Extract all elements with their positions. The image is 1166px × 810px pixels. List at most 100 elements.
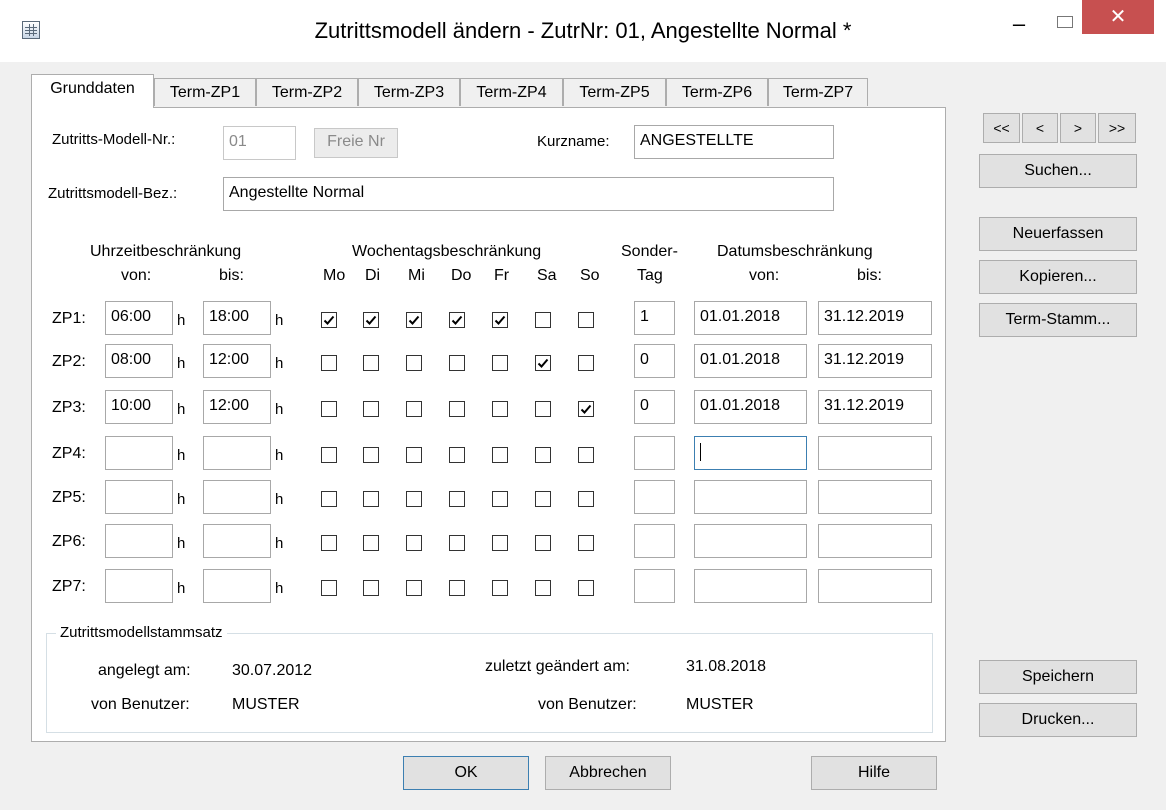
maximize-button[interactable] xyxy=(1050,12,1080,42)
special-day-field[interactable]: 0 xyxy=(634,344,675,378)
weekday-checkbox[interactable] xyxy=(363,401,379,417)
model-nr-field[interactable]: 01 xyxy=(223,126,296,160)
special-day-field[interactable] xyxy=(634,436,675,470)
minimize-button[interactable]: – xyxy=(1004,12,1034,42)
tab-grunddaten[interactable]: Grunddaten xyxy=(31,74,154,108)
date-from-field[interactable] xyxy=(694,436,807,470)
weekday-checkbox[interactable] xyxy=(578,491,594,507)
weekday-checkbox[interactable] xyxy=(535,491,551,507)
date-to-field[interactable]: 31.12.2019 xyxy=(818,344,932,378)
new-button[interactable]: Neuerfassen xyxy=(979,217,1137,251)
save-button[interactable]: Speichern xyxy=(979,660,1137,694)
weekday-checkbox[interactable] xyxy=(406,491,422,507)
search-button[interactable]: Suchen... xyxy=(979,154,1137,188)
weekday-checkbox[interactable] xyxy=(535,401,551,417)
date-from-field[interactable]: 01.01.2018 xyxy=(694,301,807,335)
weekday-checkbox[interactable] xyxy=(578,447,594,463)
tab-term-zp4[interactable]: Term-ZP4 xyxy=(460,78,563,106)
time-from-field[interactable] xyxy=(105,480,173,514)
weekday-checkbox[interactable] xyxy=(406,447,422,463)
time-from-field[interactable]: 08:00 xyxy=(105,344,173,378)
print-button[interactable]: Drucken... xyxy=(979,703,1137,737)
weekday-checkbox[interactable] xyxy=(449,580,465,596)
kurzname-field[interactable]: ANGESTELLTE xyxy=(634,125,834,159)
term-master-button[interactable]: Term-Stamm... xyxy=(979,303,1137,337)
nav-first-button[interactable]: << xyxy=(983,113,1020,143)
weekday-checkbox[interactable] xyxy=(578,535,594,551)
tab-term-zp7[interactable]: Term-ZP7 xyxy=(768,78,868,106)
time-from-field[interactable] xyxy=(105,524,173,558)
cancel-button[interactable]: Abbrechen xyxy=(545,756,671,790)
special-day-field[interactable] xyxy=(634,480,675,514)
weekday-checkbox[interactable] xyxy=(535,535,551,551)
weekday-checkbox[interactable] xyxy=(492,355,508,371)
tab-term-zp1[interactable]: Term-ZP1 xyxy=(154,78,256,106)
weekday-checkbox[interactable] xyxy=(449,535,465,551)
weekday-checkbox[interactable] xyxy=(321,580,337,596)
weekday-checkbox[interactable] xyxy=(363,355,379,371)
date-to-field[interactable]: 31.12.2019 xyxy=(818,390,932,424)
weekday-checkbox[interactable] xyxy=(321,312,337,328)
nav-last-button[interactable]: >> xyxy=(1098,113,1136,143)
tab-term-zp3[interactable]: Term-ZP3 xyxy=(358,78,460,106)
weekday-checkbox[interactable] xyxy=(449,312,465,328)
time-to-field[interactable]: 18:00 xyxy=(203,301,271,335)
date-to-field[interactable]: 31.12.2019 xyxy=(818,301,932,335)
date-to-field[interactable] xyxy=(818,436,932,470)
time-from-field[interactable] xyxy=(105,569,173,603)
weekday-checkbox[interactable] xyxy=(492,580,508,596)
close-button[interactable]: ✕ xyxy=(1082,0,1154,34)
weekday-checkbox[interactable] xyxy=(363,580,379,596)
date-from-field[interactable] xyxy=(694,569,807,603)
tab-term-zp2[interactable]: Term-ZP2 xyxy=(256,78,358,106)
special-day-field[interactable]: 0 xyxy=(634,390,675,424)
date-to-field[interactable] xyxy=(818,524,932,558)
special-day-field[interactable] xyxy=(634,569,675,603)
date-from-field[interactable]: 01.01.2018 xyxy=(694,344,807,378)
weekday-checkbox[interactable] xyxy=(406,535,422,551)
weekday-checkbox[interactable] xyxy=(449,491,465,507)
weekday-checkbox[interactable] xyxy=(363,535,379,551)
tab-term-zp6[interactable]: Term-ZP6 xyxy=(666,78,768,106)
weekday-checkbox[interactable] xyxy=(406,355,422,371)
weekday-checkbox[interactable] xyxy=(449,401,465,417)
weekday-checkbox[interactable] xyxy=(321,491,337,507)
time-to-field[interactable]: 12:00 xyxy=(203,390,271,424)
special-day-field[interactable] xyxy=(634,524,675,558)
weekday-checkbox[interactable] xyxy=(363,312,379,328)
weekday-checkbox[interactable] xyxy=(406,580,422,596)
weekday-checkbox[interactable] xyxy=(578,401,594,417)
date-from-field[interactable] xyxy=(694,480,807,514)
tab-term-zp5[interactable]: Term-ZP5 xyxy=(563,78,666,106)
time-from-field[interactable]: 10:00 xyxy=(105,390,173,424)
weekday-checkbox[interactable] xyxy=(535,580,551,596)
time-to-field[interactable] xyxy=(203,480,271,514)
weekday-checkbox[interactable] xyxy=(535,355,551,371)
time-from-field[interactable] xyxy=(105,436,173,470)
weekday-checkbox[interactable] xyxy=(449,355,465,371)
weekday-checkbox[interactable] xyxy=(492,491,508,507)
weekday-checkbox[interactable] xyxy=(492,535,508,551)
weekday-checkbox[interactable] xyxy=(321,535,337,551)
date-from-field[interactable]: 01.01.2018 xyxy=(694,390,807,424)
special-day-field[interactable]: 1 xyxy=(634,301,675,335)
weekday-checkbox[interactable] xyxy=(449,447,465,463)
weekday-checkbox[interactable] xyxy=(492,447,508,463)
weekday-checkbox[interactable] xyxy=(578,312,594,328)
date-from-field[interactable] xyxy=(694,524,807,558)
weekday-checkbox[interactable] xyxy=(492,401,508,417)
date-to-field[interactable] xyxy=(818,480,932,514)
weekday-checkbox[interactable] xyxy=(535,312,551,328)
weekday-checkbox[interactable] xyxy=(406,401,422,417)
weekday-checkbox[interactable] xyxy=(363,491,379,507)
time-to-field[interactable] xyxy=(203,524,271,558)
help-button[interactable]: Hilfe xyxy=(811,756,937,790)
weekday-checkbox[interactable] xyxy=(321,355,337,371)
copy-button[interactable]: Kopieren... xyxy=(979,260,1137,294)
nav-prev-button[interactable]: < xyxy=(1022,113,1058,143)
weekday-checkbox[interactable] xyxy=(535,447,551,463)
time-to-field[interactable] xyxy=(203,569,271,603)
free-nr-button[interactable]: Freie Nr xyxy=(314,128,398,158)
time-to-field[interactable] xyxy=(203,436,271,470)
weekday-checkbox[interactable] xyxy=(363,447,379,463)
